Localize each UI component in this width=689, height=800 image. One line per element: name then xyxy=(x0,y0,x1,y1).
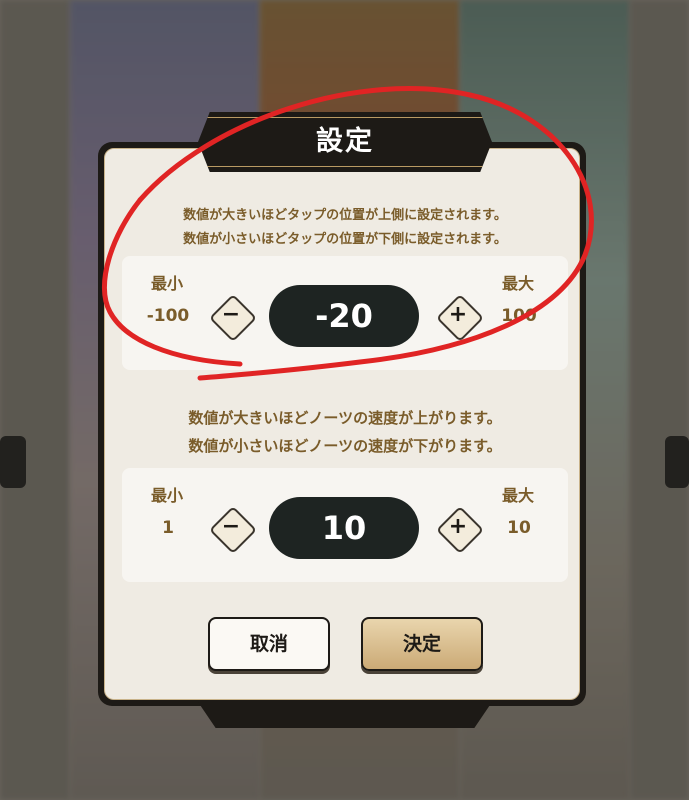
speed-min-label: 最小 xyxy=(151,486,184,505)
cancel-button[interactable]: 取消 xyxy=(208,617,330,671)
confirm-button[interactable]: 決定 xyxy=(361,617,483,671)
offset-description-line1: 数値が大きいほどタップの位置が上側に設定されます。 xyxy=(183,208,507,223)
plus-icon: + xyxy=(448,514,468,539)
offset-min-value: -100 xyxy=(146,306,190,326)
minus-icon: − xyxy=(221,514,241,539)
offset-value: -20 xyxy=(269,285,419,347)
speed-max-label: 最大 xyxy=(502,486,535,505)
dialog-title: 設定 xyxy=(316,126,374,157)
speed-description: 数値が大きいほどノーツの速度が上がります。 数値が小さいほどノーツの速度が下がり… xyxy=(110,404,580,460)
offset-max-label: 最大 xyxy=(502,274,535,293)
offset-description-line2: 数値が小さいほどタップの位置が下側に設定されます。 xyxy=(183,232,507,247)
offset-max-value: 100 xyxy=(501,306,537,326)
speed-max-value: 10 xyxy=(507,518,531,538)
speed-description-line1: 数値が大きいほどノーツの速度が上がります。 xyxy=(188,409,502,427)
offset-min-label: 最小 xyxy=(151,274,184,293)
plus-icon: + xyxy=(448,302,468,327)
speed-description-line2: 数値が小さいほどノーツの速度が下がります。 xyxy=(188,437,502,455)
dialog-bottom-ornament xyxy=(198,702,492,728)
minus-icon: − xyxy=(221,302,241,327)
speed-value: 10 xyxy=(269,497,419,559)
offset-description: 数値が大きいほどタップの位置が上側に設定されます。 数値が小さいほどタップの位置… xyxy=(110,204,580,252)
speed-min-value: 1 xyxy=(162,518,174,538)
